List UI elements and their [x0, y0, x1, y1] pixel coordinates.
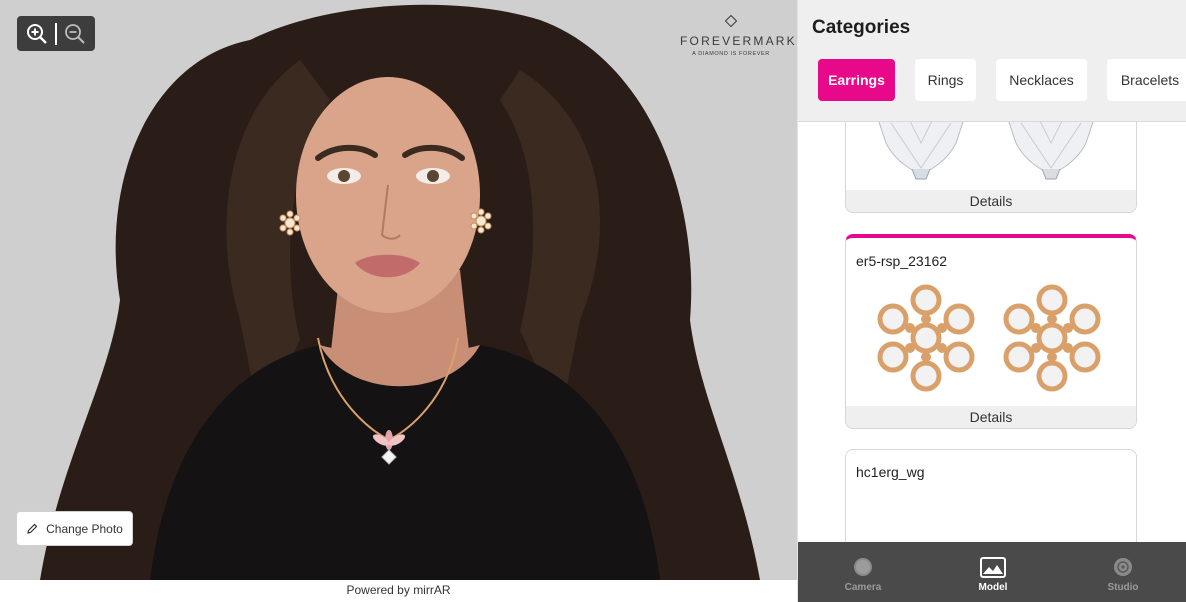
camera-icon	[853, 556, 873, 578]
nav-camera-label: Camera	[844, 582, 882, 593]
powered-by-text: Powered by mirrAR	[0, 580, 797, 602]
zoom-divider	[54, 22, 57, 45]
nav-studio[interactable]: Studio	[1078, 542, 1168, 602]
category-necklaces[interactable]: Necklaces	[996, 59, 1087, 101]
bottom-nav: Camera Model Studio	[798, 542, 1186, 602]
catalog-header: Categories Earrings Rings Necklaces Brac…	[798, 0, 1186, 122]
product-card[interactable]: Details	[845, 122, 1137, 213]
categories-title: Categories	[812, 17, 911, 38]
product-name: er5-rsp_23162	[856, 253, 948, 269]
zoom-in-icon[interactable]	[24, 21, 50, 47]
nav-studio-label: Studio	[1107, 582, 1139, 593]
product-card[interactable]: hc1erg_wg	[845, 449, 1137, 542]
category-rings[interactable]: Rings	[915, 59, 976, 101]
zoom-out-icon[interactable]	[62, 21, 88, 47]
product-image	[877, 284, 1101, 392]
category-earrings[interactable]: Earrings	[818, 59, 895, 101]
catalog-panel: Categories Earrings Rings Necklaces Brac…	[797, 0, 1186, 602]
brand-tagline: A DIAMOND IS FOREVER	[692, 51, 770, 57]
product-name: hc1erg_wg	[856, 464, 925, 480]
model-photo	[40, 4, 760, 580]
category-bracelets[interactable]: Bracelets	[1107, 59, 1186, 101]
change-photo-label: Change Photo	[46, 521, 123, 536]
image-icon	[980, 556, 1006, 578]
brand-name: FOREVERMARK	[680, 34, 797, 48]
product-card-selected[interactable]: er5-rsp_23162 Details	[845, 234, 1137, 429]
product-image	[878, 122, 1094, 180]
studio-icon	[1113, 556, 1133, 578]
nav-camera[interactable]: Camera	[818, 542, 908, 602]
change-photo-button[interactable]: Change Photo	[16, 511, 133, 546]
product-list[interactable]: Details er5-rsp_23162 Details hc1erg_wg	[798, 122, 1186, 542]
pencil-icon	[27, 523, 38, 534]
diamond-logo-icon	[724, 14, 738, 28]
details-button[interactable]: Details	[846, 406, 1136, 428]
nav-model[interactable]: Model	[948, 542, 1038, 602]
model-view: FOREVERMARK A DIAMOND IS FOREVER Change …	[0, 0, 797, 580]
nav-model-label: Model	[978, 582, 1008, 593]
zoom-controls	[17, 16, 95, 51]
details-button[interactable]: Details	[846, 190, 1136, 212]
brand-logo: FOREVERMARK A DIAMOND IS FOREVER	[680, 14, 797, 57]
